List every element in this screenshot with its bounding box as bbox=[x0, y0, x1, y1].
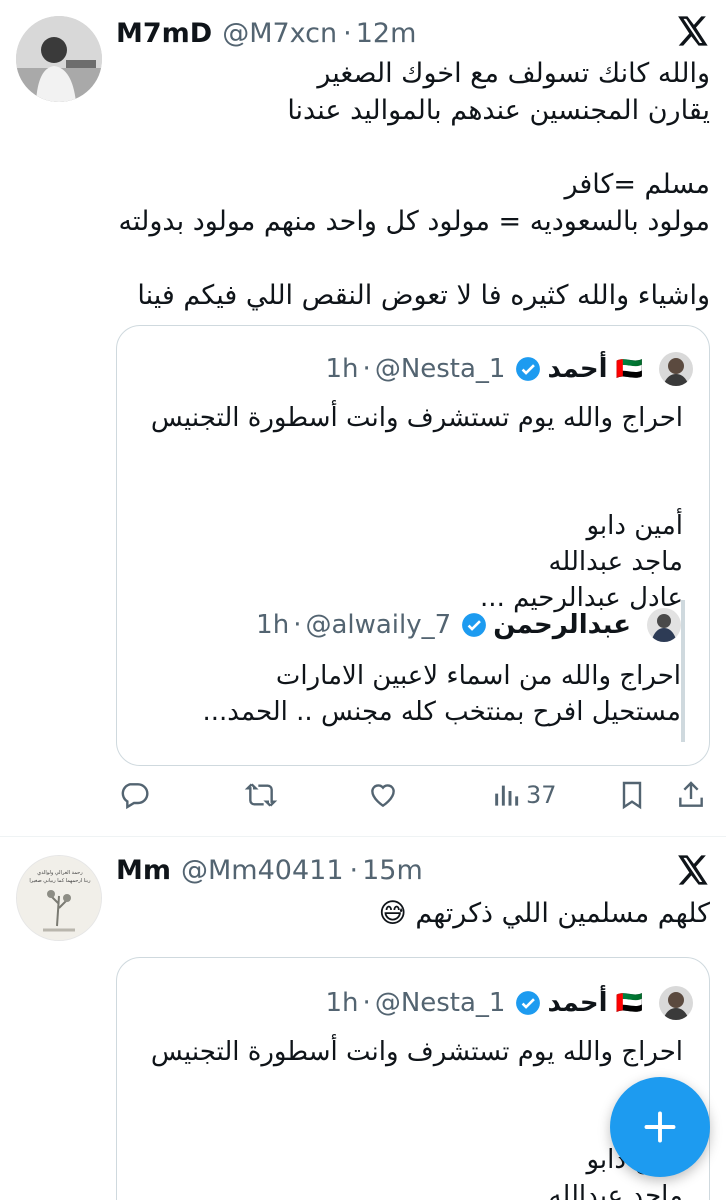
tweet-actions: 37 bbox=[0, 777, 726, 817]
timestamp[interactable]: 15m bbox=[362, 855, 423, 886]
reply-icon bbox=[121, 783, 149, 810]
tweet-text: والله كانك تسولف مع اخوك الصغير يقارن ال… bbox=[118, 58, 710, 311]
x-logo-icon[interactable] bbox=[677, 855, 709, 885]
share-button[interactable] bbox=[676, 779, 706, 811]
nested-header: عبدالرحمن @alwaily_7 · 1h bbox=[256, 608, 681, 642]
quote-text: احراج والله يوم تستشرف وانت أسطورة التجن… bbox=[150, 403, 683, 613]
verified-badge-icon bbox=[516, 991, 541, 1015]
avatar-caption: ربنا ارحمهما كما ربياني صغيرا bbox=[29, 878, 91, 884]
reply-button[interactable] bbox=[118, 779, 150, 811]
like-icon bbox=[371, 784, 395, 808]
time-separator: · bbox=[343, 17, 352, 49]
time-separator: · bbox=[362, 988, 371, 1018]
like-button[interactable] bbox=[366, 779, 400, 811]
uae-flag: 🇦🇪 bbox=[615, 990, 643, 1016]
nested-timestamp: 1h bbox=[256, 610, 290, 640]
avatar bbox=[659, 352, 693, 386]
nested-text: احراج والله من اسماء لاعبين الامارات مست… bbox=[202, 661, 682, 727]
avatar[interactable] bbox=[16, 16, 102, 102]
quote-header: 🇦🇪 أحمد @Nesta_1 · 1h bbox=[326, 986, 693, 1020]
quoted-tweet[interactable]: 🇦🇪 أحمد @Nesta_1 · 1h احراج والله يوم تس… bbox=[116, 957, 710, 1200]
username[interactable]: @Mm40411 bbox=[181, 855, 344, 886]
time-separator: · bbox=[349, 854, 359, 886]
avatar-photo bbox=[16, 16, 102, 102]
quote-header: 🇦🇪 أحمد @Nesta_1 · 1h bbox=[326, 352, 693, 386]
username[interactable]: @M7xcn bbox=[222, 18, 337, 49]
time-separator: · bbox=[293, 610, 302, 640]
display-name[interactable]: Mm bbox=[116, 855, 171, 886]
quote-username: @Nesta_1 bbox=[374, 988, 506, 1018]
bookmark-button[interactable] bbox=[618, 779, 646, 811]
retweet-button[interactable] bbox=[244, 779, 278, 811]
avatar bbox=[647, 608, 681, 642]
avatar[interactable]: رحمة الغرالي ولوالدي ربنا ارحمهما كما رب… bbox=[16, 855, 102, 941]
avatar-caption: رحمة الغرالي ولوالدي bbox=[37, 870, 83, 876]
avatar-photo bbox=[17, 856, 101, 940]
nested-display-name: عبدالرحمن bbox=[493, 610, 631, 640]
plus-icon bbox=[644, 1111, 676, 1143]
tweet-header: M7mD @M7xcn · 12m bbox=[116, 16, 416, 50]
uae-flag: 🇦🇪 bbox=[615, 356, 643, 382]
views-button[interactable]: 37 bbox=[492, 779, 557, 811]
verified-badge-icon bbox=[516, 357, 541, 381]
verified-badge-icon bbox=[462, 613, 487, 637]
tweet-text: كلهم مسلمين اللي ذكرتهم 😅 bbox=[378, 898, 710, 929]
nested-quote[interactable]: عبدالرحمن @alwaily_7 · 1h احراج والله من… bbox=[145, 600, 685, 742]
nested-username: @alwaily_7 bbox=[305, 610, 452, 640]
quote-display-name: أحمد bbox=[547, 988, 608, 1018]
compose-button[interactable] bbox=[610, 1077, 710, 1177]
time-separator: · bbox=[362, 354, 371, 384]
tweet-1[interactable]: M7mD @M7xcn · 12m والله كانك تسولف مع اخ… bbox=[0, 0, 726, 836]
quote-text: احراج والله يوم تستشرف وانت أسطورة التجن… bbox=[150, 1037, 683, 1200]
views-icon bbox=[495, 785, 519, 806]
share-icon bbox=[679, 781, 703, 807]
views-count: 37 bbox=[526, 781, 557, 809]
retweet-icon bbox=[244, 783, 278, 807]
display-name[interactable]: M7mD bbox=[116, 18, 212, 49]
avatar bbox=[659, 986, 693, 1020]
bookmark-icon bbox=[622, 781, 642, 810]
quote-timestamp: 1h bbox=[325, 354, 359, 384]
quote-username: @Nesta_1 bbox=[374, 354, 506, 384]
quoted-tweet[interactable]: 🇦🇪 أحمد @Nesta_1 · 1h احراج والله يوم تس… bbox=[116, 325, 710, 766]
quote-display-name: أحمد bbox=[547, 354, 608, 384]
timestamp[interactable]: 12m bbox=[356, 18, 417, 49]
quote-timestamp: 1h bbox=[325, 988, 359, 1018]
x-logo-icon[interactable] bbox=[677, 16, 709, 46]
tweet-header: Mm @Mm40411 · 15m bbox=[116, 853, 423, 887]
